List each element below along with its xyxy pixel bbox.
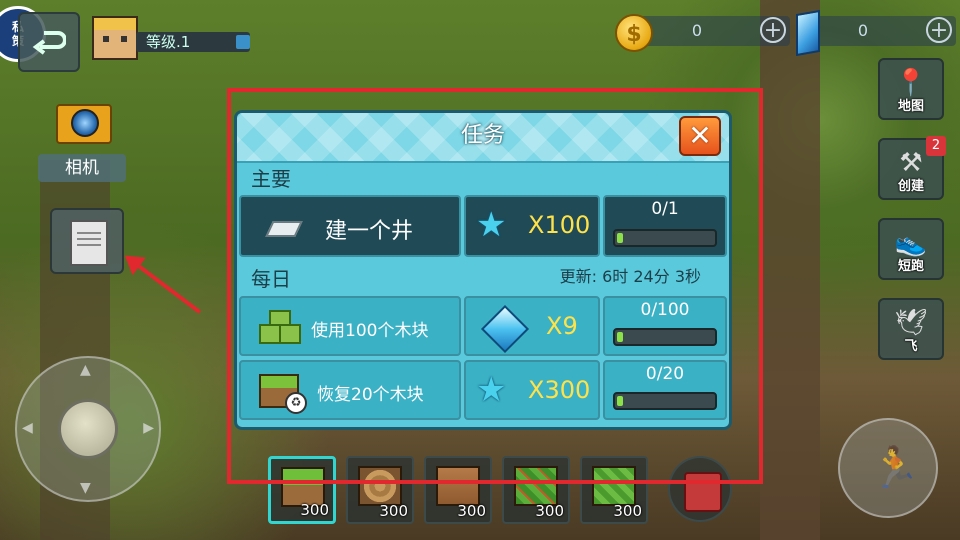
- daily-section-label: 每日: [251, 267, 291, 291]
- slot-count: 300: [457, 502, 486, 520]
- level-text: 等级.1: [146, 33, 191, 51]
- fly-label: 飞: [904, 339, 918, 354]
- recycle-icon: ♻: [285, 392, 307, 414]
- sneaker-icon: 👟: [894, 228, 928, 258]
- task-name: 使用100个木块: [311, 321, 429, 341]
- gem-amount: 0: [857, 21, 869, 40]
- task-name: 恢复20个木块: [317, 385, 424, 405]
- arrow-up-icon: ▲: [80, 362, 91, 378]
- grass-blocks-icon: [259, 310, 301, 346]
- progress-bar: [613, 392, 717, 410]
- close-button[interactable]: ✕: [679, 116, 721, 156]
- star-icon: ★: [476, 205, 507, 245]
- add-coins-button[interactable]: +: [760, 17, 786, 43]
- progress-fill: [617, 233, 623, 243]
- hammer-icon: ⚒: [899, 148, 923, 178]
- progress-bar: [613, 328, 717, 346]
- camera-lens: [71, 109, 99, 137]
- reward-cell: X9: [464, 296, 600, 356]
- fly-button[interactable]: 🕊 飞: [878, 298, 944, 360]
- level-bar: 等级.1: [136, 32, 250, 52]
- camera-button[interactable]: [54, 94, 112, 144]
- task-name-cell: ♻ 恢复20个木块: [239, 360, 461, 420]
- coin-amount: 0: [691, 21, 703, 40]
- arrow-right-icon: ▶: [143, 420, 154, 436]
- reward-amount: X100: [528, 211, 591, 239]
- back-button[interactable]: [18, 12, 80, 72]
- gem-icon: [480, 304, 530, 354]
- reward-amount: X9: [546, 312, 578, 340]
- main-section-label: 主要: [251, 167, 291, 191]
- coin-icon: $: [615, 14, 653, 52]
- progress-text: 0/20: [645, 364, 685, 384]
- slot-count: 300: [379, 502, 408, 520]
- tree-trunk: [760, 0, 820, 540]
- notification-badge: 2: [926, 136, 946, 156]
- task-name-cell: 建一个井: [239, 195, 461, 257]
- player-avatar[interactable]: [92, 16, 138, 60]
- progress-cell: 0/100: [603, 296, 727, 356]
- arrow-left-icon: ◀: [22, 420, 33, 436]
- back-arrow-icon: [32, 31, 66, 55]
- task-name-cell: 使用100个木块: [239, 296, 461, 356]
- sprint-button[interactable]: 👟 短跑: [878, 218, 944, 280]
- tasks-document-button[interactable]: [50, 208, 124, 274]
- create-label: 创建: [897, 179, 924, 194]
- progress-fill: [617, 396, 623, 406]
- progress-fill: [617, 332, 623, 342]
- well-icon: [265, 221, 303, 237]
- refresh-timer: 更新: 6时 24分 3秒: [559, 267, 701, 286]
- joystick-knob[interactable]: [58, 399, 118, 459]
- map-button[interactable]: 📍 地图: [878, 58, 944, 120]
- coin-counter: 0 +: [640, 16, 790, 46]
- camera-label[interactable]: 相机: [38, 154, 126, 182]
- gem-counter: 0 +: [806, 16, 956, 46]
- slot-count: 300: [300, 501, 329, 519]
- jump-button[interactable]: 🏃: [838, 418, 938, 518]
- task-name: 建一个井: [325, 219, 414, 244]
- reward-cell: ★ X300: [464, 360, 600, 420]
- progress-text: 0/1: [651, 199, 679, 219]
- arrow-down-icon: ▼: [80, 480, 91, 496]
- map-pin-icon: 📍: [894, 68, 928, 98]
- progress-text: 0/100: [640, 300, 690, 320]
- jump-figure-icon: 🏃: [870, 445, 920, 491]
- document-icon: [70, 220, 108, 266]
- create-button[interactable]: ⚒ 创建 2: [878, 136, 946, 200]
- movement-joystick[interactable]: ▲ ▼ ◀ ▶: [15, 356, 161, 502]
- progress-bar: [613, 229, 717, 247]
- reward-cell: ★ X100: [464, 195, 600, 257]
- slot-count: 300: [613, 502, 642, 520]
- slot-count: 300: [535, 502, 564, 520]
- add-gems-button[interactable]: +: [926, 17, 952, 43]
- progress-cell: 0/1: [603, 195, 727, 257]
- dialog-title: 任务: [460, 123, 505, 148]
- gem-icon: [796, 9, 820, 57]
- progress-cell: 0/20: [603, 360, 727, 420]
- experience-fill: [236, 35, 250, 49]
- task-dialog: 任务 ✕ 主要 建一个井 ★ X100 0/1 每日 更新: 6时 24分 3秒…: [234, 110, 732, 430]
- map-label: 地图: [897, 99, 924, 114]
- reward-amount: X300: [528, 376, 591, 404]
- wing-icon: 🕊: [894, 308, 928, 338]
- star-icon: ★: [476, 370, 507, 410]
- sprint-label: 短跑: [897, 259, 924, 274]
